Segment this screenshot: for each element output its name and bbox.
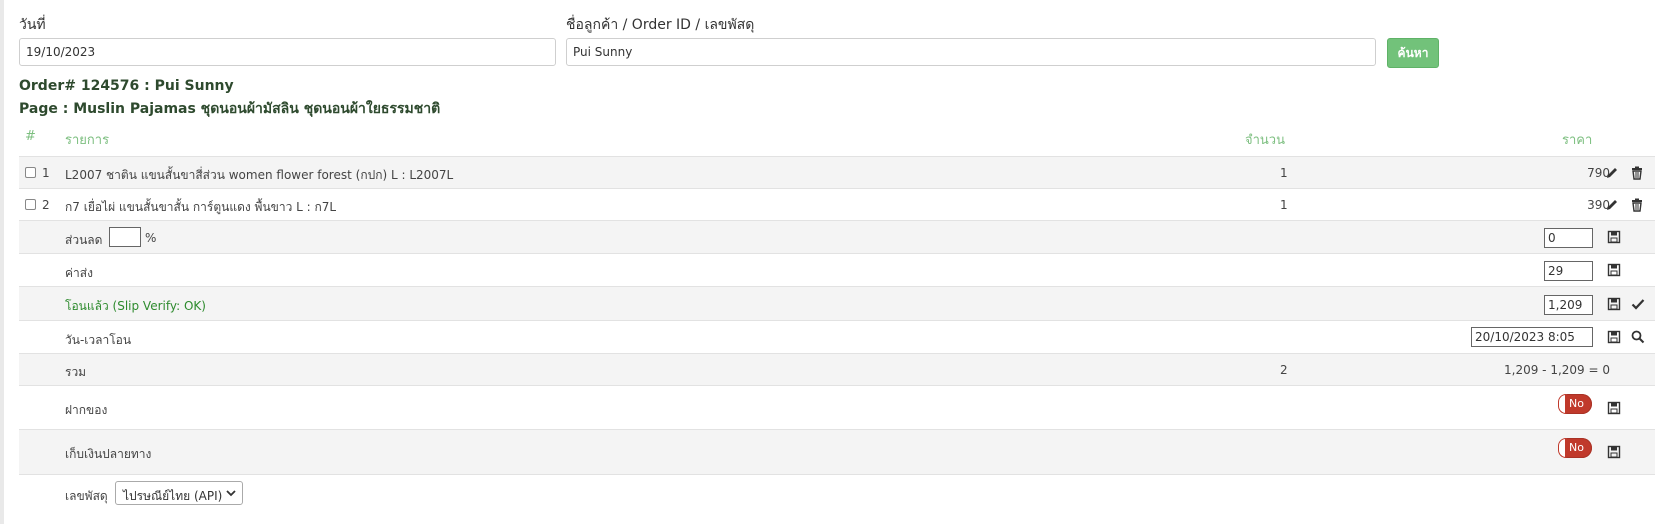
search-button[interactable]: ค้นหา — [1387, 38, 1439, 68]
transfer-time-input[interactable] — [1471, 327, 1593, 347]
total-qty: 2 — [1280, 363, 1288, 377]
cod-row: เก็บเงินปลายทาง No — [19, 429, 1655, 474]
tracking-label: เลขพัสดุ — [65, 489, 108, 503]
transferred-label: โอนแล้ว (Slip Verify: OK) — [65, 297, 206, 316]
deposit-row: ฝากของ No — [19, 385, 1655, 429]
header-qty: จำนวน — [1245, 133, 1285, 148]
item-number: 2 — [42, 198, 50, 212]
page-name: Page : Muslin Pajamas ชุดนอนผ้ามัสลิน ชุ… — [19, 101, 441, 117]
deposit-label: ฝากของ — [65, 403, 108, 417]
discount-label: ส่วนลด — [65, 233, 103, 247]
search-icon[interactable] — [1631, 330, 1645, 344]
total-row: รวม 2 1,209 - 1,209 = 0 — [19, 353, 1655, 385]
order-title: Order# 124576 : Pui Sunny — [19, 78, 234, 94]
shipping-label: ค่าส่ง — [65, 266, 93, 280]
table-row: 1 L2007 ชาติน แขนสั้นขาสี่ส่วน women flo… — [19, 156, 1655, 188]
percent-sign: % — [145, 231, 157, 245]
check-icon — [1631, 299, 1645, 310]
pencil-icon[interactable] — [1605, 166, 1619, 180]
save-icon[interactable] — [1607, 330, 1621, 344]
discount-percent-input[interactable] — [109, 227, 141, 247]
tracking-row — [19, 474, 1655, 524]
cod-toggle[interactable]: No — [1558, 438, 1592, 458]
save-icon[interactable] — [1607, 401, 1621, 415]
search-label: ชื่อลูกค้า / Order ID / เลขพัสดุ — [566, 17, 755, 33]
transfer-time-row: วัน-เวลาโอน — [19, 320, 1655, 353]
left-border — [0, 0, 4, 524]
chevron-down-icon — [226, 490, 236, 497]
toggle-knob — [1558, 438, 1566, 458]
item-price: 390 — [1587, 198, 1610, 212]
toggle-state: No — [1569, 441, 1584, 454]
save-icon[interactable] — [1607, 445, 1621, 459]
carrier-value: ไปรษณีย์ไทย (API) — [123, 489, 223, 503]
table-row: 2 ก7 เยื่อไผ่ แขนสั้นขาสั้น การ์ตูนแดง พ… — [19, 188, 1655, 220]
trash-icon[interactable] — [1630, 198, 1644, 212]
header-item: รายการ — [65, 133, 110, 148]
transferred-row: โอนแล้ว (Slip Verify: OK) — [19, 286, 1655, 320]
shipping-input[interactable] — [1544, 261, 1593, 281]
item-description: L2007 ชาติน แขนสั้นขาสี่ส่วน women flowe… — [65, 168, 454, 182]
save-icon[interactable] — [1607, 263, 1621, 277]
item-checkbox[interactable] — [25, 199, 36, 210]
toggle-state: No — [1569, 397, 1584, 410]
date-label: วันที่ — [19, 17, 46, 33]
item-number: 1 — [42, 166, 50, 180]
transfer-time-label: วัน-เวลาโอน — [65, 333, 132, 347]
save-icon[interactable] — [1607, 230, 1621, 244]
total-calc: 1,209 - 1,209 = 0 — [1504, 363, 1610, 377]
transferred-text: โอนแล้ว — [65, 299, 109, 313]
shipping-row: ค่าส่ง — [19, 253, 1655, 286]
pencil-icon[interactable] — [1605, 198, 1619, 212]
deposit-toggle[interactable]: No — [1558, 394, 1592, 414]
total-label: รวม — [65, 365, 87, 379]
item-checkbox[interactable] — [25, 167, 36, 178]
trash-icon[interactable] — [1630, 166, 1644, 180]
cod-label: เก็บเงินปลายทาง — [65, 447, 152, 461]
carrier-select[interactable]: ไปรษณีย์ไทย (API) — [115, 481, 243, 505]
discount-row: ส่วนลด % — [19, 220, 1655, 253]
discount-input[interactable] — [1544, 228, 1593, 248]
toggle-knob — [1558, 394, 1566, 414]
header-num: # — [25, 129, 36, 144]
save-icon[interactable] — [1607, 297, 1621, 311]
item-qty: 1 — [1280, 166, 1288, 180]
transferred-input[interactable] — [1544, 295, 1593, 315]
item-price: 790 — [1587, 166, 1610, 180]
search-input[interactable] — [566, 38, 1376, 66]
item-qty: 1 — [1280, 198, 1288, 212]
item-description: ก7 เยื่อไผ่ แขนสั้นขาสั้น การ์ตูนแดง พื้… — [65, 200, 337, 214]
date-input[interactable] — [19, 38, 556, 66]
header-price: ราคา — [1562, 133, 1593, 148]
slip-verify-status: (Slip Verify: OK) — [112, 299, 206, 313]
